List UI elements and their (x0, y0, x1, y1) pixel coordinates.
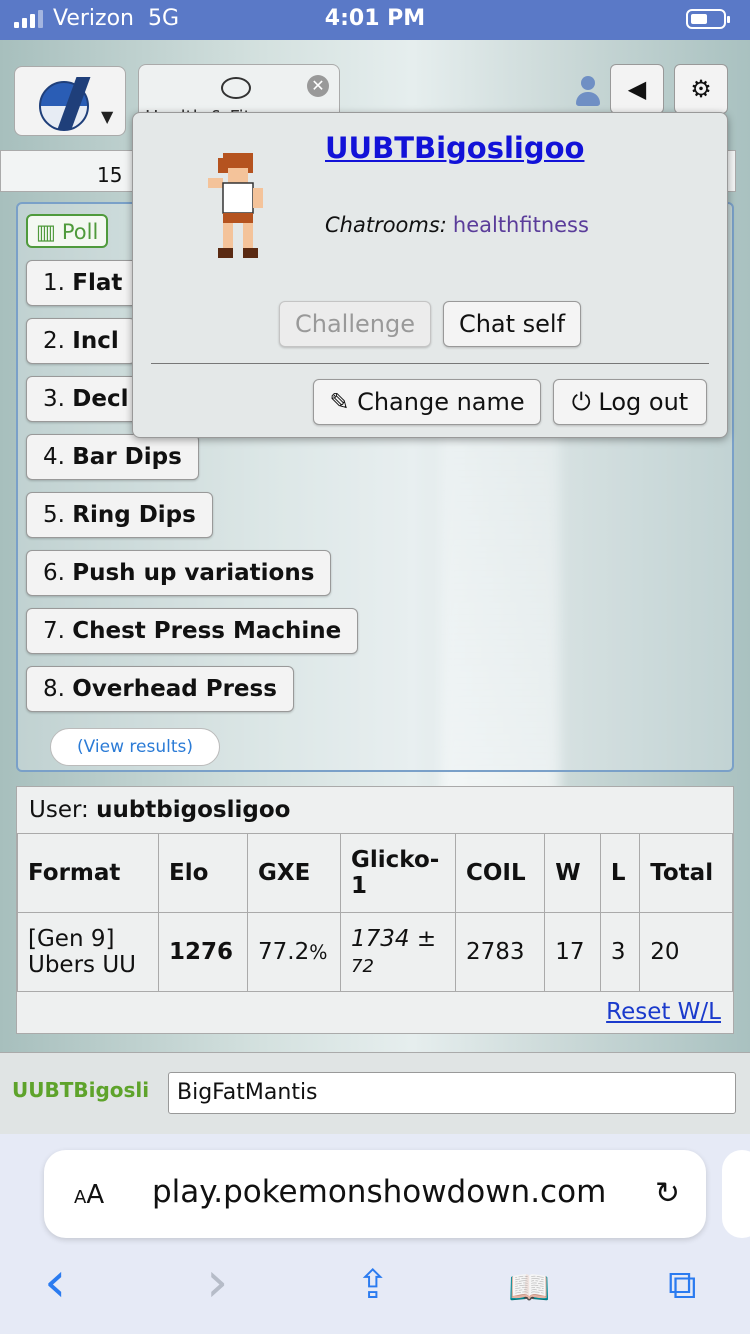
user-stats-panel: User: uubtbigosligoo Format Elo GXE Glic… (16, 786, 734, 1034)
poll-tag-label: Poll (61, 220, 99, 244)
table-row: [Gen 9] Ubers UU 1276 77.2% 1734 ±72 278… (17, 912, 733, 992)
poll-option[interactable]: 2. Incl (26, 318, 136, 364)
col-l: L (599, 833, 641, 913)
col-total: Total (639, 833, 733, 913)
poll-option[interactable]: 3. Decl (26, 376, 146, 422)
poll-option[interactable]: 4. Bar Dips (26, 434, 199, 480)
view-results-button[interactable]: (View results) (50, 728, 220, 766)
table-header-row: Format Elo GXE Glicko-1 COIL W L Total (17, 833, 733, 913)
forward-icon[interactable]: › (206, 1250, 228, 1315)
address-bar[interactable]: AA play.pokemonshowdown.com ↻ (44, 1150, 706, 1238)
divider (151, 363, 709, 364)
bookmarks-icon[interactable]: 📖 (508, 1268, 550, 1308)
bar-chart-icon: ▥ (36, 220, 56, 244)
col-w: W (544, 833, 601, 913)
reset-wl-link[interactable]: Reset W/L (606, 999, 721, 1025)
share-icon[interactable]: ⇪ (356, 1262, 390, 1308)
col-coil: COIL (454, 833, 546, 913)
chat-username[interactable]: UUBTBigosli (12, 1078, 149, 1102)
col-glicko: Glicko-1 (340, 833, 456, 913)
poll-option[interactable]: 5. Ring Dips (26, 492, 213, 538)
cell-l: 3 (599, 912, 641, 992)
cell-format: [Gen 9] Ubers UU (17, 912, 159, 992)
poll-option[interactable]: 6. Push up variations (26, 550, 332, 596)
col-elo: Elo (158, 833, 248, 913)
chatrooms-line: Chatrooms: healthfitness (325, 213, 589, 237)
col-gxe: GXE (247, 833, 341, 913)
cell-total: 20 (639, 912, 733, 992)
status-bar: Verizon 5G 4:01 PM (0, 0, 750, 40)
poll-option[interactable]: 1. Flat (26, 260, 140, 306)
log-out-button[interactable]: ⏻ Log out (553, 379, 707, 425)
settings-button[interactable]: ⚙ (674, 64, 728, 114)
user-popup: UUBTBigosligoo Chatrooms: healthfitness C… (132, 112, 728, 438)
clock: 4:01 PM (324, 6, 426, 31)
ladder-table: Format Elo GXE Glicko-1 COIL W L Total [… (17, 833, 733, 992)
pencil-icon: ✎ (329, 388, 358, 416)
chat-input[interactable]: BigFatMantis (168, 1072, 736, 1114)
cell-glicko: 1734 ±72 (340, 912, 456, 992)
cell-w: 17 (544, 912, 601, 992)
sound-button[interactable]: ◀ (610, 64, 664, 114)
change-name-button[interactable]: ✎ Change name (313, 379, 541, 425)
cell-gxe: 77.2% (247, 912, 341, 992)
next-tab-peek[interactable] (722, 1150, 750, 1238)
chat-bubble-icon (221, 77, 251, 99)
stats-user-line: User: uubtbigosligoo (29, 797, 291, 823)
chatroom-link[interactable]: healthfitness (453, 213, 589, 237)
back-icon[interactable]: ‹ (44, 1250, 66, 1315)
poll-option[interactable]: 7. Chest Press Machine (26, 608, 359, 654)
reload-icon[interactable]: ↻ (655, 1176, 680, 1211)
poll-option[interactable]: 8. Overhead Press (26, 666, 294, 712)
poll-tag: ▥ Poll (26, 214, 109, 248)
speaker-icon: ◀ (627, 75, 647, 103)
chevron-down-icon: ▼ (101, 107, 114, 126)
popup-username-link[interactable]: UUBTBigosligoo (325, 131, 584, 165)
battery-icon (686, 9, 730, 29)
reader-options-button[interactable]: AA (74, 1180, 104, 1210)
power-icon: ⏻ (571, 388, 599, 416)
close-icon[interactable]: ✕ (307, 75, 329, 97)
room-count: 15 (97, 163, 123, 187)
chat-self-button[interactable]: Chat self (443, 301, 581, 347)
trainer-sprite (208, 153, 263, 258)
cell-elo: 1276 (158, 912, 248, 992)
gear-icon: ⚙ (690, 75, 712, 103)
url-text[interactable]: play.pokemonshowdown.com (152, 1174, 606, 1210)
main-menu-button[interactable]: ▼ (14, 66, 126, 136)
stats-username: uubtbigosligoo (96, 797, 291, 823)
tabs-icon[interactable]: ⧉ (668, 1262, 697, 1308)
cell-coil: 2783 (454, 912, 546, 992)
user-icon[interactable] (574, 74, 602, 108)
col-format: Format (17, 833, 159, 913)
challenge-button[interactable]: Challenge (279, 301, 431, 347)
